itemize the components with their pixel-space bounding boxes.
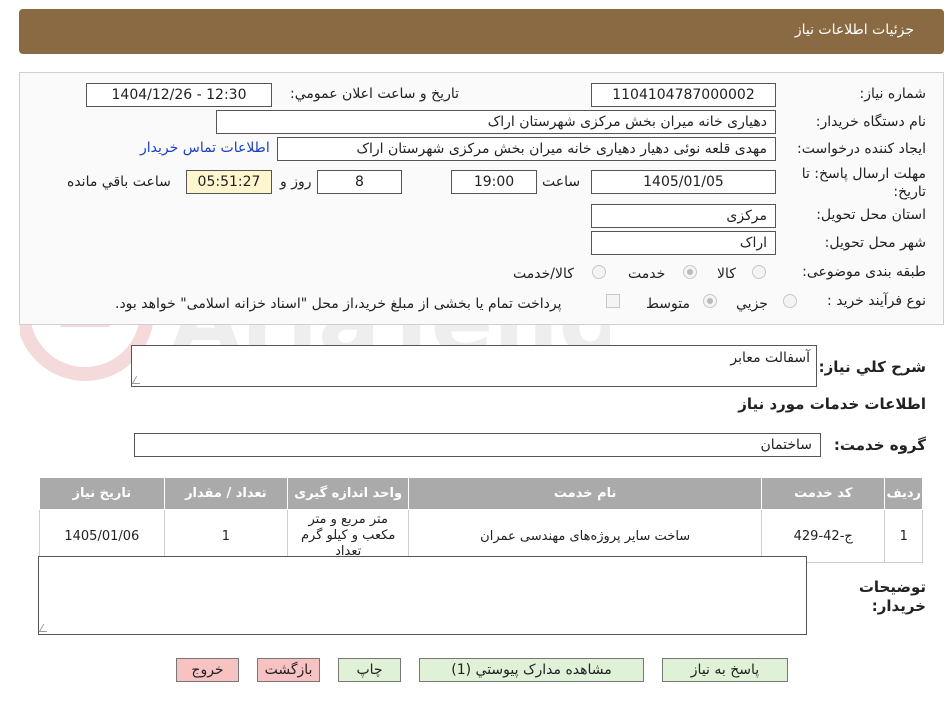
process-radio-minor[interactable] — [783, 294, 797, 308]
process-option-minor: جزيي — [736, 296, 768, 312]
buyer-notes-label: توضیحات خریدار: — [858, 578, 926, 615]
days-label: روز و — [280, 174, 312, 190]
need-number-field[interactable]: 1104104787000002 — [591, 83, 776, 107]
description-text: آسفالت معابر — [730, 350, 810, 366]
description-label: شرح كلي نياز: — [818, 358, 926, 376]
category-radio-goods[interactable] — [752, 265, 766, 279]
service-group-label: گروه خدمت: — [833, 436, 926, 454]
process-label: نوع فرآیند خرید : — [827, 293, 926, 309]
col-service-code: کد خدمت — [760, 477, 886, 510]
need-number-label: شماره نیاز: — [859, 86, 927, 102]
creator-field[interactable]: مهدی قلعه نوئی دهیار دهیاری خانه میران ب… — [277, 137, 776, 161]
category-radio-service[interactable] — [683, 265, 697, 279]
category-option-goods-service: کالا/خدمت — [513, 266, 574, 282]
exit-button[interactable]: خروج — [176, 658, 239, 682]
table-row: 1 ج-42-429 ساخت سایر پروژه‌های مهندسی عم… — [39, 509, 923, 563]
col-service-name: نام خدمت — [408, 477, 762, 510]
print-button[interactable]: چاپ — [338, 658, 401, 682]
services-section-title: اطلاعات خدمات مورد نياز — [738, 395, 926, 413]
category-option-service: خدمت — [628, 266, 666, 282]
cell-row: 1 — [884, 509, 923, 563]
category-radio-goods-service[interactable] — [592, 265, 606, 279]
service-group-field[interactable]: ساختمان — [134, 433, 821, 457]
col-quantity: تعداد / مقدار — [163, 477, 289, 510]
province-field[interactable]: مرکزی — [591, 204, 776, 228]
resize-grip-icon[interactable] — [131, 376, 145, 384]
payment-note: پرداخت تمام یا بخشی از مبلغ خرید،از محل … — [115, 296, 562, 312]
deadline-time-field[interactable]: 19:00 — [451, 170, 537, 194]
page-title: جزئیات اطلاعات نیاز — [794, 22, 914, 38]
treasury-checkbox[interactable] — [606, 294, 620, 308]
services-table-header: رديف کد خدمت نام خدمت واحد اندازه گیری ت… — [39, 477, 923, 510]
buyer-contact-link[interactable]: اطلاعات تماس خریدار — [140, 140, 270, 156]
deadline-label: مهلت ارسال پاسخ: تا تاریخ: — [801, 166, 926, 200]
col-need-date: تاریخ نیاز — [39, 477, 165, 510]
process-option-medium: متوسط — [646, 296, 690, 312]
resize-grip-icon[interactable] — [38, 624, 52, 632]
remaining-time-field: 05:51:27 — [186, 170, 272, 194]
province-label: استان محل تحویل: — [816, 207, 926, 223]
attachments-button[interactable]: مشاهده مدارک پيوستي (1) — [419, 658, 644, 682]
cell-service-code: ج-42-429 — [760, 509, 886, 563]
deadline-time-label: ساعت — [542, 174, 581, 190]
remaining-label: ساعت باقي مانده — [67, 174, 171, 190]
reply-button[interactable]: پاسخ به نياز — [662, 658, 788, 682]
category-label: طبقه بندی موضوعی: — [802, 264, 926, 280]
days-field[interactable]: 8 — [317, 170, 402, 194]
back-button[interactable]: بازگشت — [257, 658, 320, 682]
city-label: شهر محل تحویل: — [824, 235, 926, 251]
category-option-goods: کالا — [717, 266, 736, 282]
cell-service-name: ساخت سایر پروژه‌های مهندسی عمران — [408, 509, 762, 563]
process-radio-medium[interactable] — [703, 294, 717, 308]
services-table: رديف کد خدمت نام خدمت واحد اندازه گیری ت… — [39, 477, 923, 563]
creator-label: ایجاد کننده درخواست: — [797, 141, 926, 157]
announce-label: تاریخ و ساعت اعلان عمومي: — [290, 86, 459, 102]
buyer-org-field[interactable]: دهیاری خانه میران بخش مرکزی شهرستان اراک — [216, 110, 776, 134]
cell-unit: متر مربع و متر مکعب و کیلو گرم تعداد — [286, 509, 410, 563]
page-header: جزئیات اطلاعات نیاز — [19, 9, 944, 54]
deadline-date-field[interactable]: 1405/01/05 — [591, 170, 776, 194]
buyer-notes-textarea[interactable] — [38, 556, 807, 635]
buyer-org-label: نام دستگاه خریدار: — [815, 114, 926, 130]
announce-field[interactable]: 1404/12/26 - 12:30 — [86, 83, 272, 107]
cell-quantity: 1 — [163, 509, 289, 563]
cell-need-date: 1405/01/06 — [39, 509, 165, 563]
city-field[interactable]: اراک — [591, 231, 776, 255]
col-row: رديف — [884, 477, 923, 510]
col-unit: واحد اندازه گیری — [286, 477, 410, 510]
description-textarea[interactable]: آسفالت معابر — [131, 345, 817, 387]
